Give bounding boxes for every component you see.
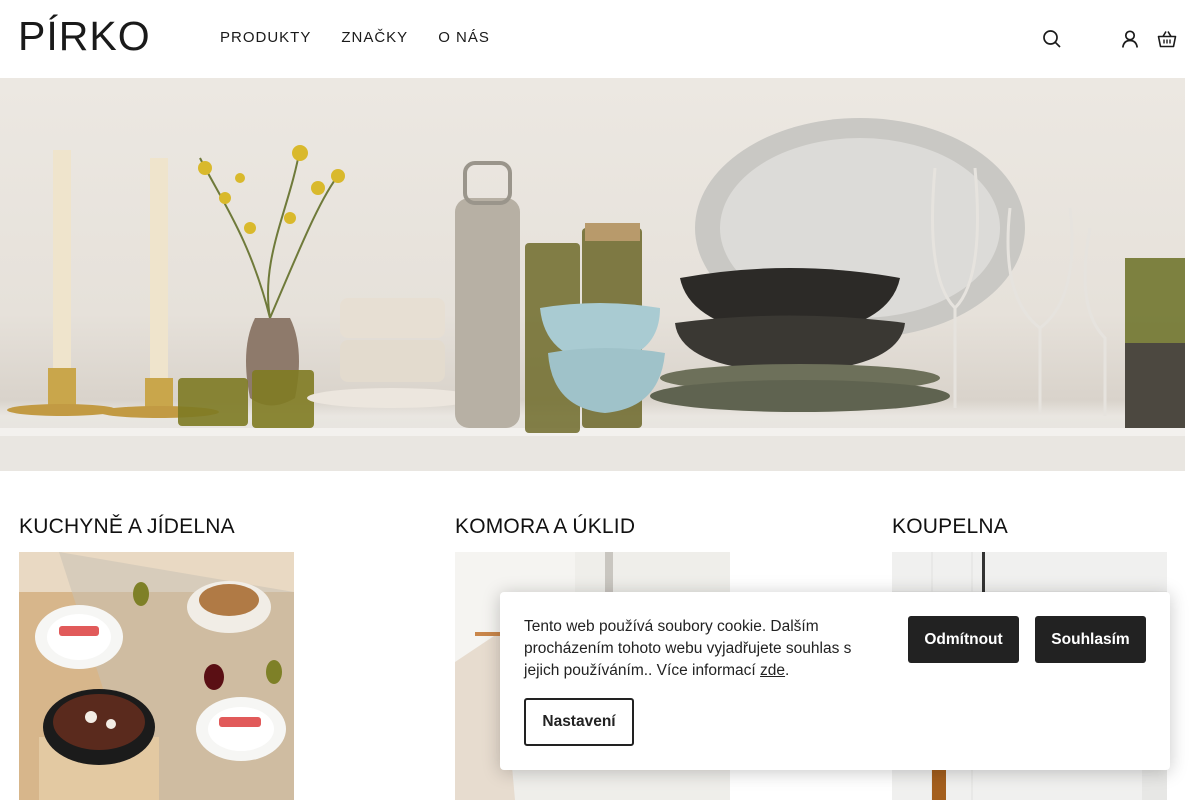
category-title: KUCHYNĚ A JÍDELNA [19, 515, 235, 538]
cookie-banner: Tento web používá soubory cookie. Dalším… [500, 592, 1170, 770]
cookie-message: Tento web používá soubory cookie. Dalším… [524, 618, 852, 679]
cookie-more-info-link[interactable]: zde [760, 662, 785, 679]
cookie-settings-button[interactable]: Nastavení [524, 698, 634, 746]
user-icon[interactable] [1119, 28, 1141, 50]
accept-cookies-button[interactable]: Souhlasím [1035, 616, 1146, 663]
nav-item-o-nas[interactable]: O NÁS [438, 29, 490, 46]
category-title: KOMORA A ÚKLID [455, 515, 636, 538]
decline-cookies-button[interactable]: Odmítnout [908, 616, 1019, 663]
logo[interactable]: PÍRKO [18, 14, 151, 58]
nav-item-znacky[interactable]: ZNAČKY [341, 29, 408, 46]
category-kitchen[interactable]: KUCHYNĚ A JÍDELNA [19, 514, 294, 800]
category-image-kitchen[interactable] [19, 552, 294, 800]
search-icon[interactable] [1041, 28, 1063, 50]
logo-text: PÍRKO [18, 12, 151, 59]
cookie-text-end: . [785, 662, 790, 679]
basket-icon[interactable] [1156, 28, 1178, 50]
hero-banner[interactable] [0, 78, 1185, 471]
nav-item-produkty[interactable]: PRODUKTY [220, 29, 311, 46]
hero-illustration [0, 118, 1185, 471]
cookie-text: Tento web používá soubory cookie. Dalším… [524, 616, 874, 682]
main-nav: PRODUKTY ZNAČKY O NÁS [220, 29, 490, 46]
category-title: KOUPELNA [892, 515, 1008, 538]
site-header: PÍRKO PRODUKTY ZNAČKY O NÁS [0, 0, 1200, 78]
